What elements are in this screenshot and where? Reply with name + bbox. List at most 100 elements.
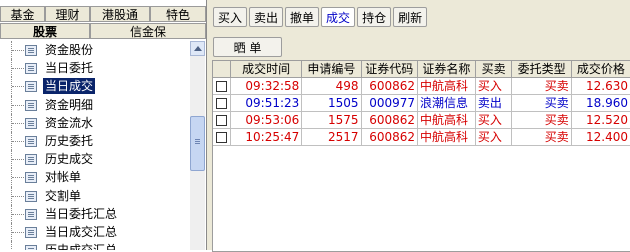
table-header: 成交时间 申请编号 证券代码 证券名称 买卖 委托类型 成交价格: [213, 61, 630, 78]
tree-scrollbar[interactable]: [190, 41, 205, 250]
tree-item[interactable]: 当日委托: [0, 59, 190, 78]
row-checkbox-cell[interactable]: [213, 94, 231, 112]
checkbox[interactable]: [215, 131, 227, 143]
cell-price: 18.960: [571, 94, 630, 112]
cell-code: 600862: [361, 128, 419, 146]
tree-branch: [12, 104, 24, 107]
subcategory-tabs: 股票 信金保: [0, 23, 206, 40]
cell-code: 600862: [361, 111, 419, 129]
tree-branch: [12, 195, 24, 198]
tree-item-label: 历史成交汇总: [43, 242, 119, 250]
toolbar-button[interactable]: 刷新: [393, 7, 428, 27]
column-header[interactable]: 委托类型: [511, 61, 572, 78]
document-icon: [25, 81, 37, 93]
category-tabs: 基金 理财 港股通 特色: [0, 6, 206, 23]
tab-stock[interactable]: 股票: [0, 23, 90, 39]
tree-branch: [12, 231, 24, 234]
tree-line: [11, 241, 13, 250]
document-icon: [25, 99, 37, 111]
cell-time: 09:51:23: [230, 94, 303, 112]
checkbox[interactable]: [215, 97, 227, 109]
toolbar-button[interactable]: 买入: [213, 7, 248, 27]
tree-item-label: 当日成交: [43, 78, 96, 95]
cell-side: 卖出: [475, 94, 513, 112]
left-panel: 基金 理财 港股通 特色 股票 信金保 资金股份当日委托 当日成交资金明细 资金流水…: [0, 0, 207, 250]
column-header[interactable]: 证券代码: [361, 61, 419, 78]
cell-id: 1505: [301, 94, 362, 112]
toolbar-button[interactable]: 持仓: [357, 7, 392, 27]
tab-hk-connect[interactable]: 港股通: [90, 6, 150, 22]
tree-item-label: 交割单: [45, 188, 82, 203]
tree-item-label: 资金明细: [45, 97, 94, 112]
cell-price: 12.630: [571, 77, 630, 95]
row-checkbox-cell[interactable]: [213, 128, 231, 146]
cell-id: 498: [301, 77, 362, 95]
cell-type: 买卖: [511, 111, 572, 129]
cell-price: 12.520: [571, 111, 630, 129]
column-header[interactable]: [213, 61, 231, 78]
sub-toolbar: 晒 单: [213, 37, 282, 57]
tree-item[interactable]: 历史成交汇总: [0, 241, 190, 250]
tree-item-label: 对帐单: [45, 170, 82, 185]
share-order-button[interactable]: 晒 单: [213, 37, 282, 57]
cell-type: 买卖: [511, 94, 572, 112]
table-row[interactable]: 09:32:58 498 600862 中航高科 买入 买卖 12.630: [213, 77, 630, 95]
tab-special[interactable]: 特色: [150, 6, 206, 22]
toolbar-button[interactable]: 成交: [321, 7, 356, 27]
document-icon: [25, 45, 37, 56]
cell-name: 中航高科: [417, 111, 476, 129]
cell-time: 10:25:47: [230, 128, 303, 146]
tree-item[interactable]: 当日成交汇总: [0, 222, 190, 242]
trade-table: 成交时间 申请编号 证券代码 证券名称 买卖 委托类型 成交价格 09:32:58 498 60…: [212, 60, 630, 252]
tree-item[interactable]: 对帐单: [0, 168, 190, 187]
cell-time: 09:32:58: [230, 77, 303, 95]
tree-item[interactable]: 资金股份: [0, 41, 190, 60]
document-icon: [25, 135, 37, 147]
table-row[interactable]: 10:25:47 2517 600862 中航高科 买入 买卖 12.400: [213, 128, 630, 146]
tree-branch: [12, 86, 24, 88]
cell-id: 2517: [301, 128, 362, 146]
column-header[interactable]: 成交价格: [571, 61, 630, 78]
cell-type: 买卖: [511, 77, 572, 95]
document-icon: [25, 190, 37, 202]
tree-item[interactable]: 资金明细: [0, 95, 190, 114]
tree-item-label: 资金股份: [45, 43, 94, 57]
tree-branch: [12, 68, 24, 70]
cell-price: 12.400: [571, 128, 630, 146]
document-icon: [25, 63, 37, 75]
cell-name: 浪潮信息: [417, 94, 476, 112]
tree-item[interactable]: 资金流水: [0, 113, 190, 132]
table-row[interactable]: 09:51:23 1505 000977 浪潮信息 卖出 买卖 18.960: [213, 94, 630, 112]
tree-item[interactable]: 历史委托: [0, 131, 190, 151]
tree-item[interactable]: 当日成交: [0, 77, 190, 96]
tree-item[interactable]: 交割单: [0, 186, 190, 205]
checkbox[interactable]: [215, 114, 227, 126]
column-header[interactable]: 成交时间: [230, 61, 303, 78]
tree-item-label: 当日成交汇总: [45, 224, 118, 239]
cell-time: 09:53:06: [230, 111, 303, 129]
cell-code: 600862: [361, 77, 419, 95]
tab-fund[interactable]: 基金: [0, 6, 45, 22]
tree-item-label: 历史委托: [45, 133, 94, 148]
row-checkbox-cell[interactable]: [213, 77, 231, 95]
tab-credit[interactable]: 信金保: [90, 23, 206, 39]
cell-code: 000977: [361, 94, 419, 112]
table-row[interactable]: 09:53:06 1575 600862 中航高科 买入 买卖 12.520: [213, 111, 630, 129]
tree-item[interactable]: 当日委托汇总: [0, 204, 190, 223]
row-checkbox-cell[interactable]: [213, 111, 231, 129]
tree-branch: [12, 50, 24, 52]
tree-branch: [12, 213, 24, 216]
scroll-thumb[interactable]: [190, 116, 205, 171]
tab-wealth[interactable]: 理财: [45, 6, 90, 22]
action-toolbar: 买入 卖出 撤单 成交 持仓 刷新: [213, 7, 428, 27]
column-header[interactable]: 证券名称: [417, 61, 476, 78]
toolbar-button[interactable]: 撤单: [285, 7, 320, 27]
document-icon: [25, 117, 37, 129]
tree-branch: [12, 140, 24, 143]
column-header[interactable]: 买卖: [475, 61, 513, 78]
toolbar-button[interactable]: 卖出: [249, 7, 284, 27]
checkbox[interactable]: [215, 80, 227, 92]
scroll-up-arrow-icon[interactable]: [190, 41, 205, 56]
column-header[interactable]: 申请编号: [301, 61, 362, 78]
tree-item[interactable]: 历史成交: [0, 150, 190, 169]
